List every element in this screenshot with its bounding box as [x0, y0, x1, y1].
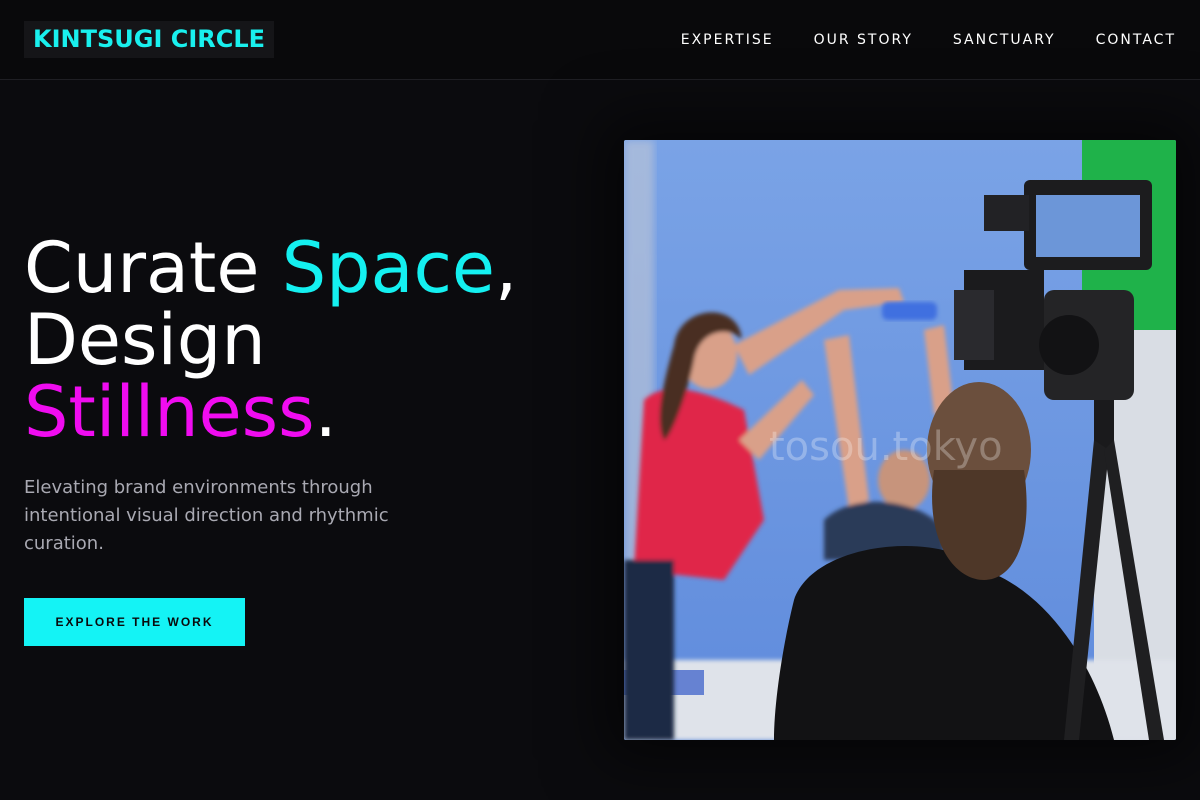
- hero-photo: tosou.tokyo: [624, 140, 1176, 740]
- heading-accent-stillness: Stillness: [24, 371, 315, 453]
- hero-subtitle: Elevating brand environments through int…: [24, 477, 389, 554]
- photo-watermark: tosou.tokyo: [769, 424, 1003, 470]
- heading-accent-space: Space: [281, 227, 496, 309]
- heading-period: .: [314, 371, 337, 453]
- heading-curate: Curate: [24, 227, 282, 309]
- heading-comma: ,: [495, 227, 518, 309]
- nav-link-our-story[interactable]: OUR STORY: [814, 32, 913, 48]
- hero-heading: Curate Space, Design Stillness.: [24, 232, 584, 448]
- nav-link-sanctuary[interactable]: SANCTUARY: [953, 32, 1056, 48]
- film-set-photo: tosou.tokyo: [624, 140, 1176, 740]
- explore-work-button[interactable]: EXPLORE THE WORK: [24, 598, 245, 646]
- nav-link-contact[interactable]: CONTACT: [1096, 32, 1176, 48]
- top-navigation-bar: KINTSUGI CIRCLE EXPERTISE OUR STORY SANC…: [0, 0, 1200, 80]
- nav-link-expertise[interactable]: EXPERTISE: [681, 32, 774, 48]
- main-nav: EXPERTISE OUR STORY SANCTUARY CONTACT: [681, 0, 1176, 80]
- brand-logo[interactable]: KINTSUGI CIRCLE: [24, 21, 275, 58]
- heading-design: Design: [24, 299, 266, 381]
